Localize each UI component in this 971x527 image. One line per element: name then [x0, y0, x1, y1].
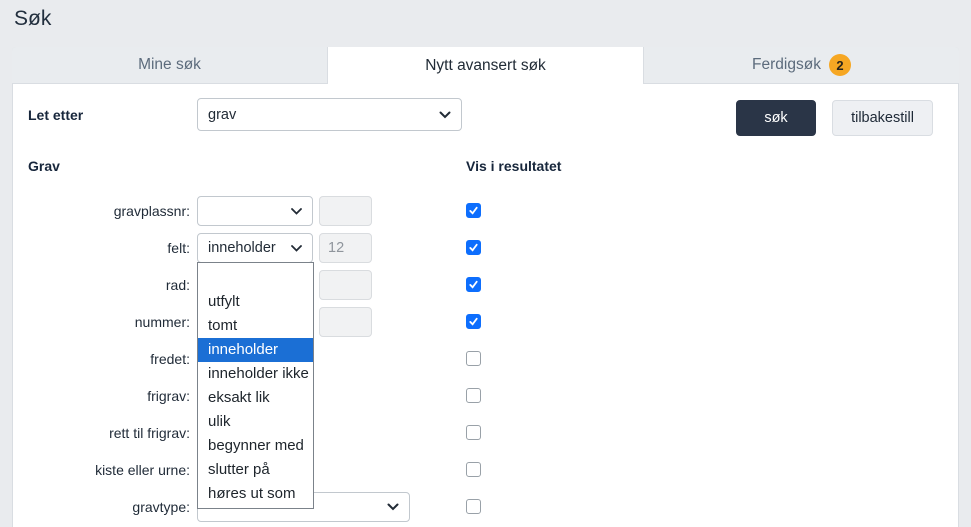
gravplassnr-value-input[interactable]: [319, 196, 372, 226]
let-etter-select[interactable]: grav: [197, 98, 462, 131]
operator-value: inneholder: [208, 240, 276, 256]
let-etter-selected-value: grav: [208, 106, 237, 123]
page-title: Søk: [14, 7, 52, 30]
section-title: Grav: [28, 158, 60, 174]
row-label-frigrav: frigrav:: [147, 388, 190, 404]
row-label-rett-til-frigrav: rett til frigrav:: [109, 425, 190, 441]
dropdown-option-hores-ut-som[interactable]: høres ut som: [198, 482, 313, 506]
chevron-down-icon: [439, 111, 451, 119]
tab-mine-sok[interactable]: Mine søk: [12, 47, 327, 84]
dropdown-option-blank[interactable]: [198, 266, 313, 290]
checkbox-frigrav[interactable]: [466, 388, 481, 403]
check-icon: [469, 280, 478, 289]
check-icon: [469, 206, 478, 215]
dropdown-option-slutter-pa[interactable]: slutter på: [198, 458, 313, 482]
checkbox-nummer[interactable]: [466, 314, 481, 329]
dropdown-option-eksakt-lik[interactable]: eksakt lik: [198, 386, 313, 410]
row-label-fredet: fredet:: [150, 351, 190, 367]
rad-value-input[interactable]: [319, 270, 372, 300]
checkbox-gravtype[interactable]: [466, 499, 481, 514]
chevron-down-icon: [291, 244, 302, 252]
row-label-rad: rad:: [165, 277, 190, 293]
dropdown-option-tomt[interactable]: tomt: [198, 314, 313, 338]
tab-label: Mine søk: [138, 56, 201, 73]
chevron-down-icon: [291, 207, 302, 215]
felt-operator-select[interactable]: inneholder: [197, 233, 313, 263]
tab-label: Nytt avansert søk: [425, 56, 546, 74]
chevron-down-icon: [387, 503, 399, 511]
check-icon: [469, 317, 478, 326]
gravplassnr-operator-select[interactable]: [197, 196, 313, 226]
operator-dropdown-list: utfylt tomt inneholder inneholder ikke e…: [197, 262, 314, 509]
dropdown-option-inneholder-ikke[interactable]: inneholder ikke: [198, 362, 313, 386]
row-label-kiste-eller-urne: kiste eller urne:: [95, 462, 190, 478]
checkbox-rett-til-frigrav[interactable]: [466, 425, 481, 440]
checkbox-felt[interactable]: [466, 240, 481, 255]
tilbakestill-button[interactable]: tilbakestill: [832, 100, 933, 136]
tab-bar: Mine søk Nytt avansert søk Ferdigsøk 2: [12, 47, 959, 84]
dropdown-option-inneholder[interactable]: inneholder: [198, 338, 313, 362]
row-label-gravtype: gravtype:: [132, 499, 190, 515]
row-label-nummer: nummer:: [134, 314, 190, 330]
tab-label: Ferdigsøk: [752, 56, 821, 73]
checkbox-gravplassnr[interactable]: [466, 203, 481, 218]
sok-button[interactable]: søk: [736, 100, 816, 136]
row-label-felt: felt:: [167, 240, 190, 256]
checkbox-rad[interactable]: [466, 277, 481, 292]
checkbox-fredet[interactable]: [466, 351, 481, 366]
checkbox-kiste-eller-urne[interactable]: [466, 462, 481, 477]
felt-value-input[interactable]: [319, 233, 372, 263]
let-etter-label: Let etter: [28, 107, 84, 123]
tab-nytt-avansert-sok[interactable]: Nytt avansert søk: [327, 47, 644, 84]
tab-ferdigsok[interactable]: Ferdigsøk 2: [644, 47, 959, 84]
dropdown-option-utfylt[interactable]: utfylt: [198, 290, 313, 314]
count-badge: 2: [828, 54, 851, 76]
row-label-gravplassnr: gravplassnr:: [113, 203, 190, 219]
dropdown-option-ulik[interactable]: ulik: [198, 410, 313, 434]
nummer-value-input[interactable]: [319, 307, 372, 337]
dropdown-option-begynner-med[interactable]: begynner med: [198, 434, 313, 458]
check-icon: [469, 243, 478, 252]
results-column-header: Vis i resultatet: [466, 158, 562, 174]
